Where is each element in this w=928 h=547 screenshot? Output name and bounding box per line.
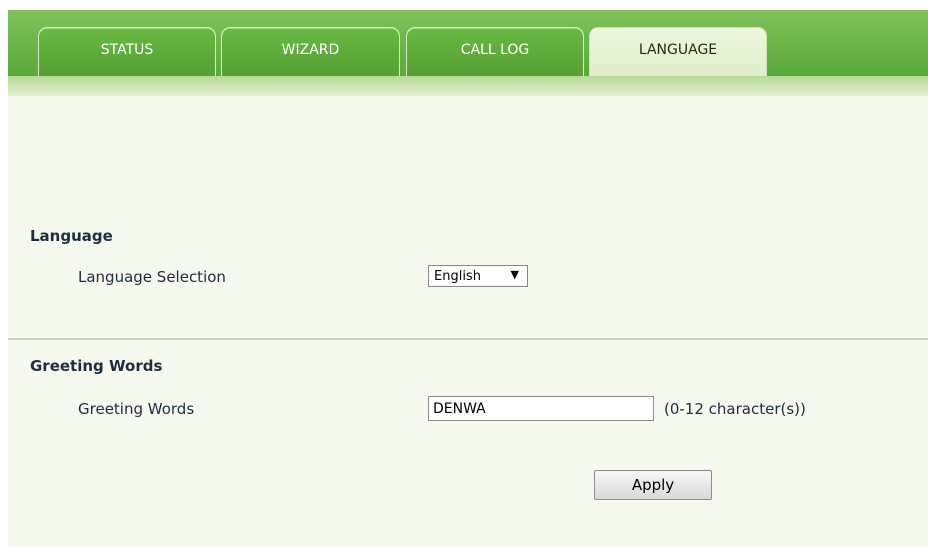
greeting-words-hint: (0-12 character(s)) (664, 400, 806, 418)
language-selection-label: Language Selection (78, 268, 226, 286)
language-select[interactable]: English ▼ (428, 265, 528, 287)
tab-call-log[interactable]: CALL LOG (406, 27, 584, 76)
language-section-title: Language (30, 227, 113, 245)
tab-language[interactable]: LANGUAGE (589, 27, 767, 76)
tab-wizard[interactable]: WIZARD (221, 27, 400, 76)
caret-down-icon: ▼ (510, 268, 519, 281)
header-strip (8, 76, 928, 96)
app-frame: STATUS WIZARD CALL LOG LANGUAGE Language… (8, 10, 928, 547)
tab-status[interactable]: STATUS (38, 27, 216, 76)
header-bar: STATUS WIZARD CALL LOG LANGUAGE (8, 10, 928, 76)
apply-button[interactable]: Apply (594, 470, 712, 500)
language-select-value: English (434, 268, 481, 284)
greeting-section-title: Greeting Words (30, 357, 163, 375)
greeting-words-input[interactable] (428, 396, 654, 421)
greeting-words-label: Greeting Words (78, 400, 195, 418)
section-divider (8, 338, 928, 340)
